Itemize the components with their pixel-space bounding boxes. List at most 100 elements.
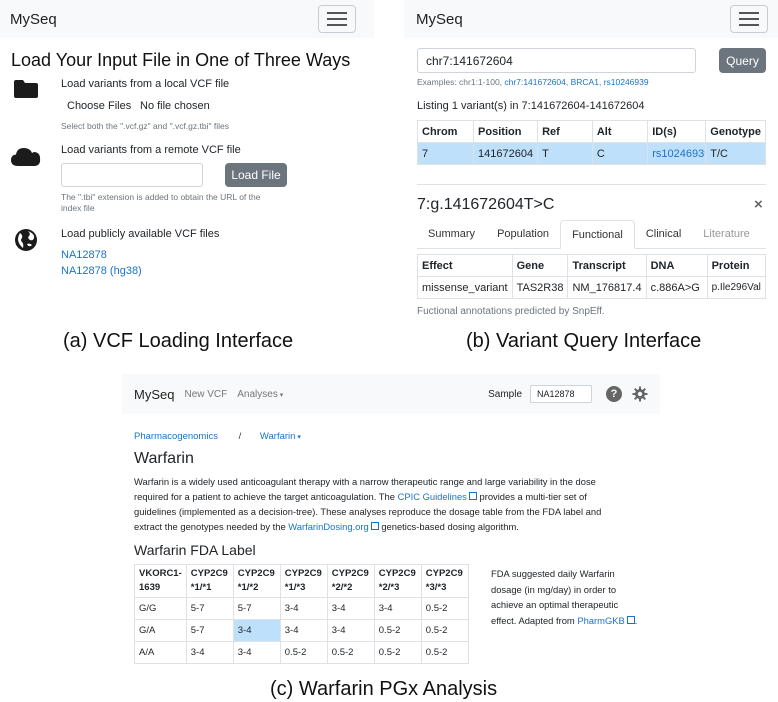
cell-genotype: T/C [705, 142, 766, 165]
brand-logo[interactable]: MySeq [10, 11, 57, 28]
header-line-1: CYP2C9 [284, 568, 322, 579]
tab-literature[interactable]: Literature [692, 220, 760, 248]
rsid-link[interactable]: rs10246939 [652, 148, 705, 160]
header-line-1: CYP2C9 [425, 568, 463, 579]
sample-input[interactable]: NA12878 [530, 385, 592, 403]
help-icon[interactable]: ? [606, 386, 622, 402]
query-button[interactable]: Query [719, 48, 766, 73]
globe-icon [14, 228, 38, 252]
cell-ref: T [537, 142, 593, 165]
description-paragraph: Warfarin is a widely used anticoagulant … [134, 474, 664, 534]
panel-c-navbar: MySeq New VCF Analyses ▾ Sample NA12878 … [122, 374, 660, 414]
brand-logo[interactable]: MySeq [416, 11, 463, 28]
file-status: No file chosen [140, 100, 210, 112]
nav-new-vcf[interactable]: New VCF [184, 389, 227, 400]
nav-left: MySeq New VCF Analyses ▾ [134, 387, 283, 402]
header-line-2: 1639 [139, 582, 161, 593]
cell-alt: C [591, 142, 649, 165]
col-gene: Gene [511, 254, 569, 277]
gear-icon[interactable] [632, 386, 648, 402]
header-line-1: CYP2C9 [378, 568, 416, 579]
table-row[interactable]: 7 141672604 T C rs10246939 T/C [416, 142, 766, 165]
variant-title: 7:g.141672604T>C [417, 196, 555, 213]
cell-dose: 3-4 [279, 597, 328, 620]
public-link-na12878-hg38[interactable]: NA12878 (hg38) [61, 265, 142, 277]
fda-label-title: Warfarin FDA Label [134, 542, 256, 558]
pharmgkb-link[interactable]: PharmGKB [577, 614, 635, 626]
cell-gene: TAS2R38 [511, 276, 569, 299]
nav-analyses-dropdown[interactable]: Analyses ▾ [237, 389, 283, 400]
cloud-icon [11, 146, 41, 166]
col-ids[interactable]: ID(s) [647, 120, 707, 143]
load-file-button[interactable]: Load File [225, 163, 287, 187]
cell-dna: c.886A>G [645, 276, 708, 299]
remote-url-input[interactable] [61, 163, 203, 187]
cpic-link-label: CPIC Guidelines [397, 491, 467, 502]
cell-dose: 0.5-2 [420, 597, 469, 620]
external-link-icon [468, 492, 477, 500]
cell-effect: missense_variant [417, 276, 513, 299]
warfarindosing-link-label: WarfarinDosing.org [288, 521, 369, 532]
brand-logo[interactable]: MySeq [134, 387, 174, 402]
col-cyp2c9-13: CYP2C9 *1/*3 [279, 564, 328, 598]
table-header-row: Chrom Position Ref Alt ID(s) Genotype [416, 120, 766, 143]
panel-b-navbar: MySeq [404, 0, 778, 38]
col-genotype[interactable]: Genotype [705, 120, 766, 143]
col-ref[interactable]: Ref [537, 120, 593, 143]
choose-files-button[interactable]: Choose Files [67, 100, 131, 112]
col-cyp2c9-12: CYP2C9 *1/*2 [232, 564, 281, 598]
breadcrumb-separator: / [238, 431, 242, 442]
cell-dose: 3-4 [373, 597, 422, 620]
cell-dose: 3-4 [326, 619, 375, 642]
menu-toggle-button[interactable] [318, 5, 356, 33]
tab-population[interactable]: Population [486, 220, 560, 248]
annotation-note: Fuctional annotations predicted by SnpEf… [417, 306, 605, 317]
page-title: Load Your Input File in One of Three Way… [11, 50, 351, 70]
cell-position: 141672604 [473, 142, 539, 165]
cell-dose: 0.5-2 [326, 641, 375, 664]
examples-prefix: Examples: chr1:1-100, [417, 77, 503, 87]
header-line-2: *1/*1 [190, 582, 212, 593]
cell-dose: 3-4 [185, 641, 234, 664]
header-line-1: CYP2C9 [331, 568, 369, 579]
local-vcf-label: Load variants from a local VCF file [61, 78, 230, 90]
cell-dose: 5-7 [185, 597, 234, 620]
header-line-1: CYP2C9 [237, 568, 275, 579]
col-chrom[interactable]: Chrom [416, 120, 475, 143]
example-link-rsid[interactable]: rs10246939 [604, 77, 649, 87]
header-line-2: *1/*2 [237, 582, 259, 593]
col-cyp2c9-22: CYP2C9 *2/*2 [326, 564, 375, 598]
tab-functional[interactable]: Functional [560, 220, 635, 249]
cell-protein: p.Ile296Val [706, 276, 767, 299]
col-alt[interactable]: Alt [591, 120, 649, 143]
cpic-guidelines-link[interactable]: CPIC Guidelines [398, 491, 477, 502]
cell-dose: 0.5-2 [373, 641, 422, 664]
panel-a-navbar: MySeq [0, 0, 374, 38]
para-text: genetics-based dosing algorithm. [381, 521, 519, 532]
example-link-gene[interactable]: BRCA1 [571, 77, 599, 87]
variants-table: Chrom Position Ref Alt ID(s) Genotype 7 … [416, 120, 766, 165]
external-link-icon [370, 522, 379, 530]
caret-down-icon: ▾ [295, 434, 301, 441]
menu-toggle-button[interactable] [730, 5, 768, 33]
tab-clinical[interactable]: Clinical [635, 220, 692, 248]
tab-summary[interactable]: Summary [417, 220, 486, 248]
breadcrumb-warfarin-label: Warfarin [259, 431, 296, 442]
cell-dose: 3-4 [279, 619, 328, 642]
warfarindosing-link[interactable]: WarfarinDosing.org [288, 521, 379, 532]
example-link-position[interactable]: chr7:141672604 [504, 77, 565, 87]
public-link-na12878[interactable]: NA12878 [61, 249, 107, 261]
table-row: G/A 5-7 3-4 3-4 3-4 0.5-2 0.5-2 [134, 619, 469, 642]
close-icon[interactable]: × [754, 196, 763, 213]
cell-dose: 0.5-2 [373, 619, 422, 642]
table-header-row: VKORC1- 1639 CYP2C9 *1/*1 CYP2C9 *1/*2 CYP2… [134, 564, 469, 598]
table-header-row: Effect Gene Transcript DNA Protein [417, 254, 767, 277]
breadcrumb-warfarin-dropdown[interactable]: Warfarin ▾ [260, 431, 301, 442]
query-input[interactable]: chr7:141672604 [417, 48, 696, 73]
cell-genotype: G/G [134, 597, 187, 620]
breadcrumb-pharmacogenomics[interactable]: Pharmacogenomics [134, 431, 218, 442]
pharmgkb-link-label: PharmGKB [577, 614, 625, 626]
table-row: G/G 5-7 5-7 3-4 3-4 3-4 0.5-2 [134, 597, 469, 620]
para-line: extract the genotypes needed by the Warf… [134, 519, 664, 534]
col-position[interactable]: Position [473, 120, 539, 143]
